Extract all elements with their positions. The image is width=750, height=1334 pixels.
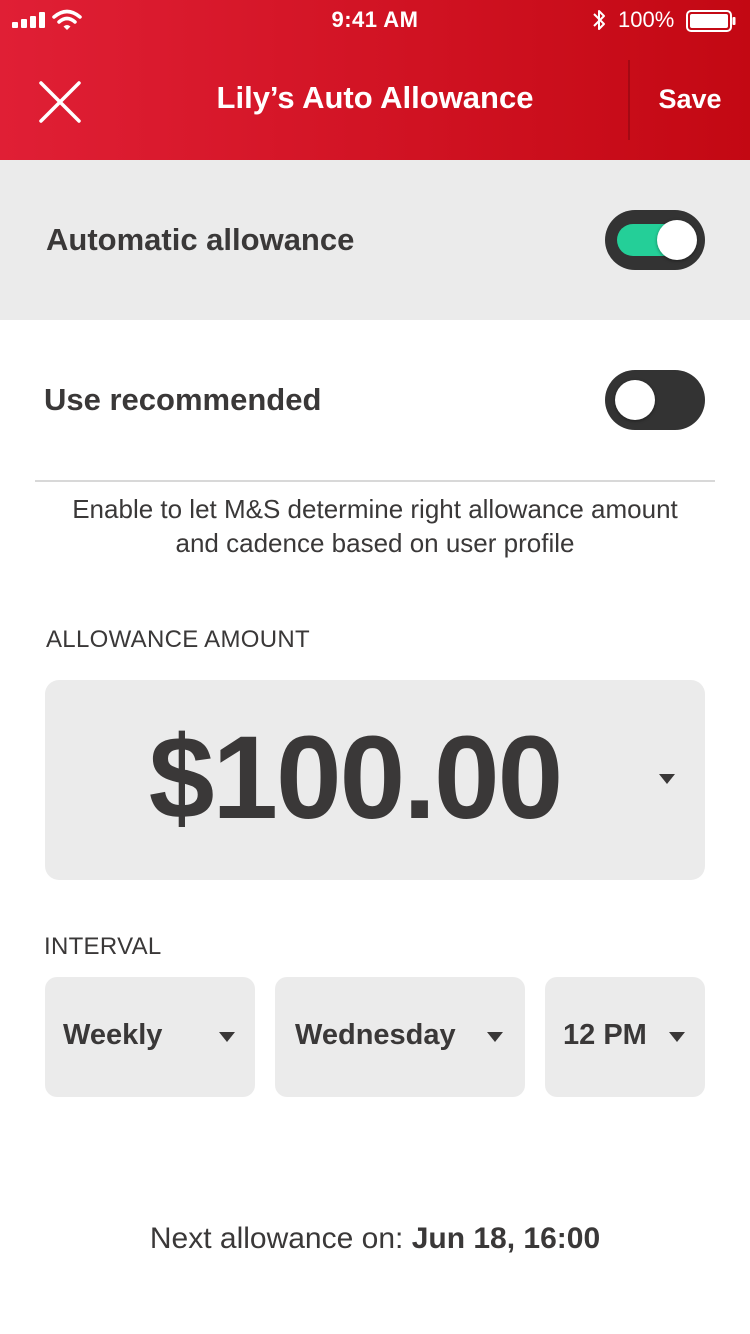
header: 9:41 AM 100% Lily’s Auto Allowance Save (0, 0, 750, 160)
use-recommended-toggle[interactable] (605, 370, 705, 430)
interval-label: INTERVAL (44, 933, 162, 960)
allowance-amount-value: $100.00 (148, 712, 564, 844)
allowance-amount-select[interactable]: $100.00 (45, 680, 705, 880)
chevron-down-icon (659, 774, 675, 784)
frequency-select[interactable]: Weekly (45, 977, 255, 1097)
use-recommended-label: Use recommended (44, 382, 322, 417)
automatic-allowance-row: Automatic allowance (0, 160, 750, 320)
day-value: Wednesday (295, 1019, 456, 1051)
next-allowance-prefix: Next allowance on: (149, 1222, 404, 1255)
chevron-down-icon (487, 1032, 503, 1042)
use-recommended-helper: Enable to let M&S determine right allowa… (72, 494, 678, 558)
chevron-down-icon (219, 1032, 235, 1042)
day-select[interactable]: Wednesday (275, 977, 525, 1097)
battery-icon (686, 10, 736, 32)
next-allowance-date: Jun 18, 16:00 (411, 1222, 601, 1255)
battery-percent: 100% (618, 7, 675, 32)
next-allowance: Next allowance on: Jun 18, 16:00 (0, 1222, 750, 1256)
bluetooth-icon (593, 10, 605, 30)
status-bar: 9:41 AM 100% (0, 0, 750, 40)
frequency-value: Weekly (63, 1019, 163, 1051)
automatic-allowance-toggle[interactable] (605, 210, 705, 270)
time-select[interactable]: 12 PM (545, 977, 705, 1097)
save-button[interactable]: Save (630, 84, 750, 115)
divider (35, 480, 715, 482)
automatic-allowance-label: Automatic allowance (46, 222, 355, 257)
chevron-down-icon (669, 1032, 685, 1042)
toggle-knob (657, 220, 697, 260)
time-value: 12 PM (563, 1019, 647, 1051)
toggle-knob (615, 380, 655, 420)
allowance-amount-label: ALLOWANCE AMOUNT (46, 626, 310, 653)
